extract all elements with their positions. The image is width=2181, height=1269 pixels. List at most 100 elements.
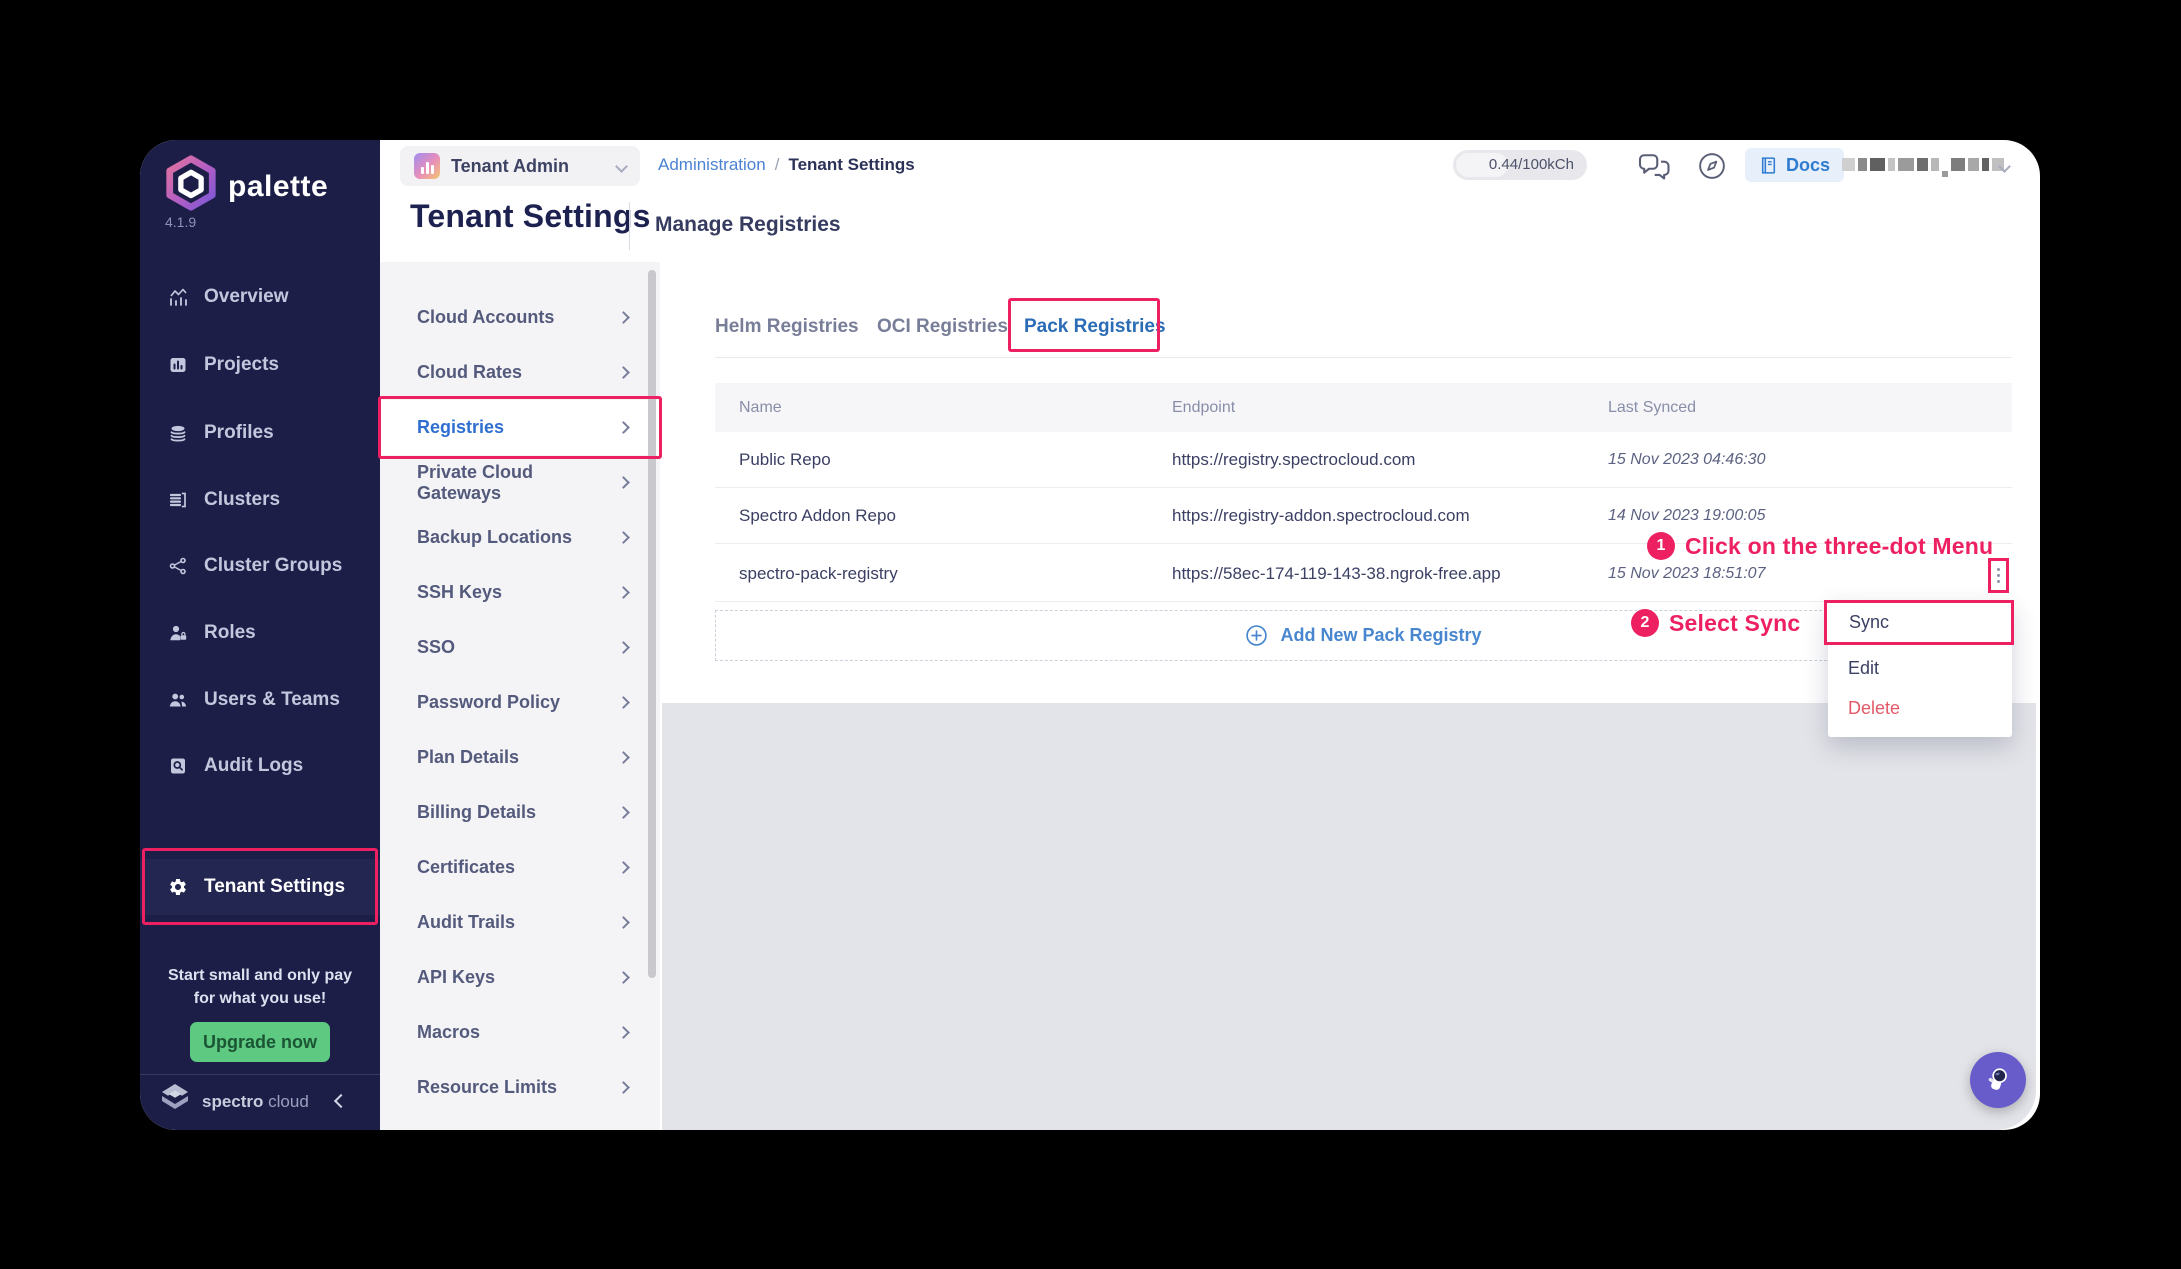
sidebar-item-tenant-settings[interactable]: Tenant Settings: [140, 859, 380, 915]
chevron-right-icon: [617, 476, 630, 489]
sidebar-item-clusters[interactable]: Clusters: [140, 472, 380, 528]
settings-menu-scrollbar[interactable]: [648, 270, 656, 978]
cell-endpoint: https://registry.spectrocloud.com: [1148, 450, 1584, 470]
sidebar-item-label: Projects: [204, 354, 279, 376]
menu-item-ssh-keys[interactable]: SSH Keys: [380, 565, 660, 620]
chevron-right-icon: [617, 1081, 630, 1094]
sidebar-item-label: Tenant Settings: [204, 876, 345, 898]
content-background: [662, 703, 2036, 1130]
page-title: Tenant Settings: [410, 198, 651, 235]
cell-endpoint: https://58ec-174-119-143-38.ngrok-free.a…: [1148, 564, 1584, 584]
menu-item-audit-trails[interactable]: Audit Trails: [380, 895, 660, 950]
annotation-step-2-badge: 2: [1631, 609, 1659, 637]
menu-item-certificates[interactable]: Certificates: [380, 840, 660, 895]
context-menu-item-edit[interactable]: Edit: [1828, 648, 2012, 688]
redacted-username[interactable]: [1842, 158, 2004, 177]
cell-last-synced: 15 Nov 2023 04:46:30: [1584, 451, 2012, 469]
assistant-floating-button[interactable]: [1970, 1052, 2026, 1108]
row-context-menu: Sync Edit Delete: [1828, 600, 2012, 737]
sidebar-collapse-icon[interactable]: [334, 1094, 348, 1108]
chevron-down-icon: [615, 160, 628, 173]
tabs-underline: [715, 357, 2012, 358]
sidebar-item-profiles[interactable]: Profiles: [140, 405, 380, 461]
chevron-right-icon: [617, 421, 630, 434]
sidebar-item-label: Audit Logs: [204, 755, 303, 777]
overview-chart-icon: [168, 287, 188, 307]
menu-item-backup-locations[interactable]: Backup Locations: [380, 510, 660, 565]
scope-label: Tenant Admin: [451, 156, 569, 177]
app-window: palette 4.1.9 Overview Projects Profiles…: [140, 140, 2040, 1130]
row-actions-three-dot-menu[interactable]: [1988, 558, 2009, 593]
annotation-step-1-badge: 1: [1647, 532, 1675, 560]
page-subtitle: Manage Registries: [655, 213, 841, 237]
tab-pack-registries[interactable]: Pack Registries: [1024, 316, 1166, 338]
context-menu-item-sync[interactable]: Sync: [1824, 600, 2014, 645]
chevron-right-icon: [617, 971, 630, 984]
chevron-right-icon: [617, 531, 630, 544]
sidebar-item-users-teams[interactable]: Users & Teams: [140, 672, 380, 728]
sidebar-item-label: Profiles: [204, 422, 274, 444]
menu-item-plan-details[interactable]: Plan Details: [380, 730, 660, 785]
table-row: Public Repo https://registry.spectroclou…: [715, 432, 2012, 488]
sidebar-item-projects[interactable]: Projects: [140, 337, 380, 393]
sidebar-item-roles[interactable]: Roles: [140, 605, 380, 661]
compass-icon[interactable]: [1697, 151, 1727, 181]
sidebar-item-audit-logs[interactable]: Audit Logs: [140, 738, 380, 794]
table-header: Name Endpoint Last Synced: [715, 383, 2012, 432]
chevron-right-icon: [617, 861, 630, 874]
menu-item-password-policy[interactable]: Password Policy: [380, 675, 660, 730]
menu-item-cloud-rates[interactable]: Cloud Rates: [380, 345, 660, 400]
menu-item-registries[interactable]: Registries: [380, 400, 660, 455]
chevron-right-icon: [617, 1026, 630, 1039]
astronaut-icon: [1983, 1065, 2013, 1095]
roles-lock-icon: [168, 623, 188, 643]
promo-line-2: for what you use!: [140, 990, 380, 1008]
app-version: 4.1.9: [165, 214, 196, 230]
col-last-synced: Last Synced: [1584, 399, 2012, 417]
menu-item-billing-details[interactable]: Billing Details: [380, 785, 660, 840]
menu-item-cloud-accounts[interactable]: Cloud Accounts: [380, 290, 660, 345]
menu-item-macros[interactable]: Macros: [380, 1005, 660, 1060]
credits-text: 0.44/100kCh: [1489, 156, 1574, 173]
chevron-right-icon: [617, 751, 630, 764]
sidebar-item-overview[interactable]: Overview: [140, 269, 380, 325]
users-teams-icon: [168, 690, 188, 710]
menu-item-api-keys[interactable]: API Keys: [380, 950, 660, 1005]
palette-logo-icon: [162, 154, 220, 212]
annotation-step-1-text: Click on the three-dot Menu: [1685, 533, 1993, 560]
tab-helm-registries[interactable]: Helm Registries: [715, 316, 859, 338]
breadcrumb-administration[interactable]: Administration: [658, 155, 766, 175]
cell-name: spectro-pack-registry: [715, 564, 1148, 584]
gear-icon: [168, 877, 188, 897]
sidebar-item-label: Cluster Groups: [204, 555, 342, 577]
tenant-admin-app-icon: [414, 153, 440, 179]
breadcrumb: Administration / Tenant Settings: [658, 155, 915, 175]
cell-name: Public Repo: [715, 450, 1148, 470]
add-new-pack-registry-button[interactable]: Add New Pack Registry: [715, 610, 2012, 661]
audit-logs-icon: [168, 756, 188, 776]
chevron-right-icon: [617, 806, 630, 819]
book-icon: [1759, 156, 1778, 175]
credits-usage-badge: 0.44/100kCh: [1453, 150, 1587, 180]
chat-bubbles-icon[interactable]: [1637, 153, 1673, 180]
docs-button[interactable]: Docs: [1745, 148, 1844, 182]
menu-item-resource-limits[interactable]: Resource Limits: [380, 1060, 660, 1115]
menu-item-sso[interactable]: SSO: [380, 620, 660, 675]
breadcrumb-current: Tenant Settings: [788, 155, 914, 175]
add-new-pack-registry-label: Add New Pack Registry: [1280, 625, 1481, 646]
cell-last-synced: 15 Nov 2023 18:51:07: [1584, 565, 2012, 583]
cell-endpoint: https://registry-addon.spectrocloud.com: [1148, 506, 1584, 526]
settings-menu: Cloud Accounts Cloud Rates Registries Pr…: [380, 262, 660, 1130]
screenshot-canvas: palette 4.1.9 Overview Projects Profiles…: [0, 0, 2181, 1269]
breadcrumb-separator: /: [775, 155, 780, 175]
upgrade-now-button[interactable]: Upgrade now: [190, 1022, 330, 1062]
context-menu-item-delete[interactable]: Delete: [1828, 688, 2012, 728]
annotation-step-2: 2 Select Sync: [1631, 609, 1800, 637]
spectro-cloud-logo-icon: [156, 1082, 194, 1114]
sidebar-item-cluster-groups[interactable]: Cluster Groups: [140, 538, 380, 594]
annotation-step-1: 1 Click on the three-dot Menu: [1647, 532, 1993, 560]
tab-oci-registries[interactable]: OCI Registries: [877, 316, 1008, 338]
docs-label: Docs: [1786, 155, 1830, 176]
menu-item-private-cloud-gateways[interactable]: Private Cloud Gateways: [380, 455, 660, 510]
project-scope-selector[interactable]: Tenant Admin: [400, 146, 640, 186]
